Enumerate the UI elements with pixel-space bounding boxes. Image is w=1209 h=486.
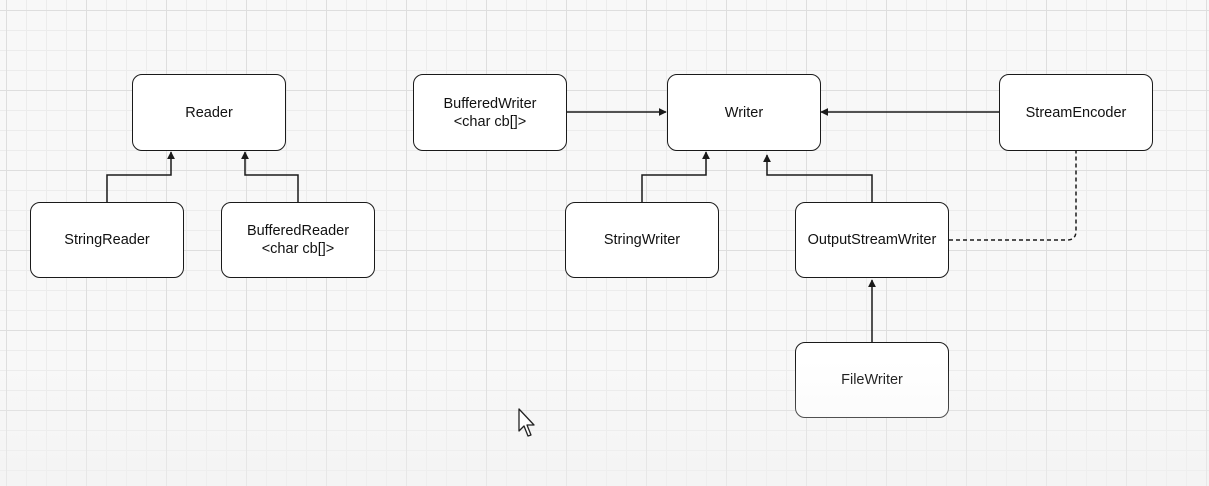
node-buffered-writer-label: BufferedWriter bbox=[443, 95, 537, 112]
node-string-reader[interactable]: StringReader bbox=[30, 202, 184, 278]
node-string-reader-label: StringReader bbox=[64, 232, 150, 248]
edge-stringreader-reader bbox=[106, 151, 175, 202]
edge-outputstreamwriter-writer bbox=[763, 154, 873, 202]
node-writer-label: Writer bbox=[724, 104, 764, 121]
node-string-writer[interactable]: StringWriter bbox=[565, 202, 719, 278]
node-reader[interactable]: Reader bbox=[132, 74, 286, 151]
node-buffered-writer[interactable]: BufferedWriter <char cb[]> bbox=[413, 74, 567, 151]
node-file-writer-label: FileWriter bbox=[841, 372, 903, 388]
node-buffered-reader-label: BufferedReader bbox=[246, 223, 350, 239]
edge-bufferedreader-reader bbox=[241, 151, 299, 202]
node-output-stream-writer-label: OutputStreamWriter bbox=[807, 232, 937, 248]
node-reader-label: Reader bbox=[185, 104, 233, 121]
node-buffered-reader[interactable]: BufferedReader <char cb[]> bbox=[221, 202, 375, 278]
node-string-writer-label: StringWriter bbox=[603, 232, 681, 248]
node-stream-encoder[interactable]: StreamEncoder bbox=[999, 74, 1153, 151]
edge-outputstreamwriter-streamencoder-dashed bbox=[949, 151, 1077, 241]
diagram-canvas: Reader StringReader BufferedReader <char… bbox=[0, 0, 1209, 486]
edge-stringwriter-writer bbox=[641, 151, 710, 202]
mouse-pointer-icon bbox=[518, 408, 535, 437]
node-output-stream-writer[interactable]: OutputStreamWriter bbox=[795, 202, 949, 278]
node-writer[interactable]: Writer bbox=[667, 74, 821, 151]
node-buffered-writer-field: <char cb[]> bbox=[453, 113, 527, 130]
node-stream-encoder-label: StreamEncoder bbox=[1025, 104, 1127, 121]
node-buffered-reader-field: <char cb[]> bbox=[261, 241, 335, 257]
node-file-writer[interactable]: FileWriter bbox=[795, 342, 949, 418]
